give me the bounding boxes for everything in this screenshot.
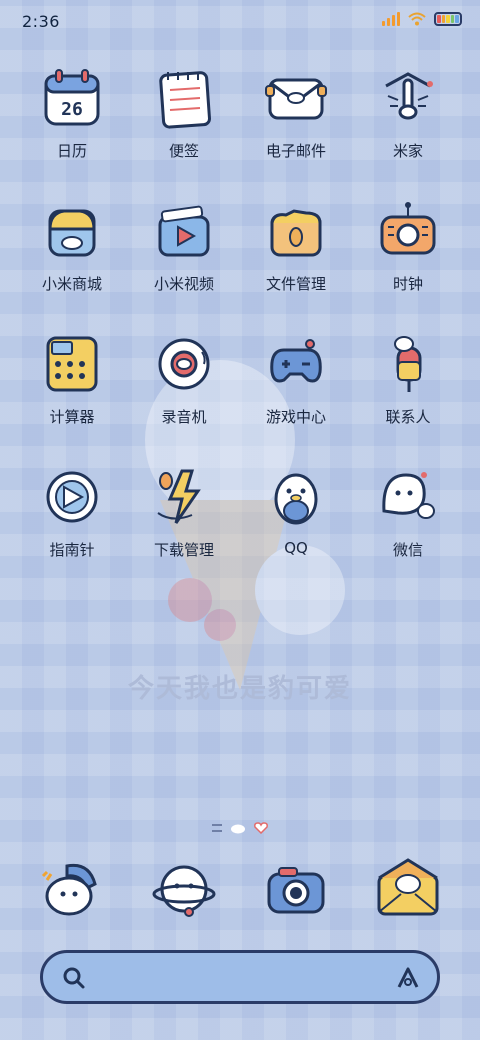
app-wechat[interactable]: 微信	[352, 465, 464, 560]
video-icon	[158, 205, 210, 257]
wallpaper-caption: 今天我也是豹可爱	[127, 674, 352, 704]
voice-assistant-icon[interactable]	[395, 965, 421, 991]
app-label: 计算器	[49, 408, 95, 426]
cloud-icon	[231, 824, 245, 834]
app-notes[interactable]: 便签	[128, 66, 240, 161]
gamepad-icon	[270, 339, 322, 383]
app-qq[interactable]: QQ	[240, 465, 352, 560]
app-mivideo[interactable]: 小米视频	[128, 199, 240, 294]
app-label: 微信	[392, 541, 423, 559]
app-grid: 26 日历 便签 电子邮件 米家 小米商城 小米视频 文件管理 时钟 计算器 录…	[16, 66, 464, 560]
app-gamecenter[interactable]: 游戏中心	[240, 332, 352, 427]
app-label: 电子邮件	[265, 142, 326, 160]
store-icon	[48, 209, 96, 257]
page-indicator[interactable]	[0, 822, 480, 834]
compass-icon	[46, 471, 98, 523]
app-label: 米家	[392, 142, 423, 160]
app-label: QQ	[284, 539, 308, 557]
app-email[interactable]: 电子邮件	[240, 66, 352, 161]
recorder-icon	[158, 338, 210, 390]
app-downloads[interactable]: 下载管理	[128, 465, 240, 560]
dock	[16, 854, 464, 924]
app-label: 便签	[168, 142, 199, 160]
mihome-icon	[385, 72, 433, 120]
app-calendar[interactable]: 26 日历	[16, 66, 128, 161]
download-icon	[157, 469, 201, 524]
dock-app-1[interactable]	[16, 854, 128, 924]
calendar-icon: 26	[44, 69, 100, 126]
app-label: 联系人	[385, 408, 431, 426]
app-label: 小米商城	[41, 275, 102, 293]
dock-app-4[interactable]	[352, 854, 464, 924]
folder-icon	[270, 209, 322, 257]
app-label: 时钟	[392, 275, 423, 293]
wechat-ghost-icon	[382, 472, 435, 519]
app-label: 下载管理	[153, 541, 214, 559]
envelope-icon	[265, 78, 327, 120]
battery-icon	[434, 12, 462, 26]
app-mistore[interactable]: 小米商城	[16, 199, 128, 294]
app-clock[interactable]: 时钟	[352, 199, 464, 294]
contacts-icon	[394, 336, 422, 392]
app-label: 游戏中心	[265, 408, 326, 426]
app-filemanager[interactable]: 文件管理	[240, 199, 352, 294]
clock-icon	[380, 202, 436, 255]
status-bar: 2:36	[0, 0, 480, 44]
menu-lines-icon	[212, 824, 222, 832]
wifi-icon	[408, 12, 426, 26]
app-mihome[interactable]: 米家	[352, 66, 464, 161]
app-label: 文件管理	[265, 275, 326, 293]
clock-time: 2:36	[22, 12, 60, 31]
calendar-date: 26	[61, 99, 83, 120]
qq-penguin-icon	[274, 473, 318, 525]
planet-icon	[152, 865, 216, 917]
app-calculator[interactable]: 计算器	[16, 332, 128, 427]
search-bar[interactable]	[40, 950, 440, 1004]
dock-app-2[interactable]	[128, 854, 240, 924]
signal-icon	[382, 12, 400, 26]
app-label: 指南针	[49, 541, 95, 559]
calculator-icon	[46, 336, 98, 392]
app-contacts[interactable]: 联系人	[352, 332, 464, 427]
app-label: 录音机	[161, 408, 207, 426]
app-label: 日历	[56, 142, 87, 160]
dock-app-3[interactable]	[240, 854, 352, 924]
search-icon	[63, 967, 85, 989]
app-recorder[interactable]: 录音机	[128, 332, 240, 427]
app-compass[interactable]: 指南针	[16, 465, 128, 560]
seal-hi-icon	[41, 863, 97, 916]
notes-icon	[159, 71, 211, 129]
heart-icon	[254, 822, 268, 834]
letter-icon	[377, 858, 439, 916]
camera-icon	[267, 867, 325, 914]
app-label: 小米视频	[153, 275, 214, 293]
